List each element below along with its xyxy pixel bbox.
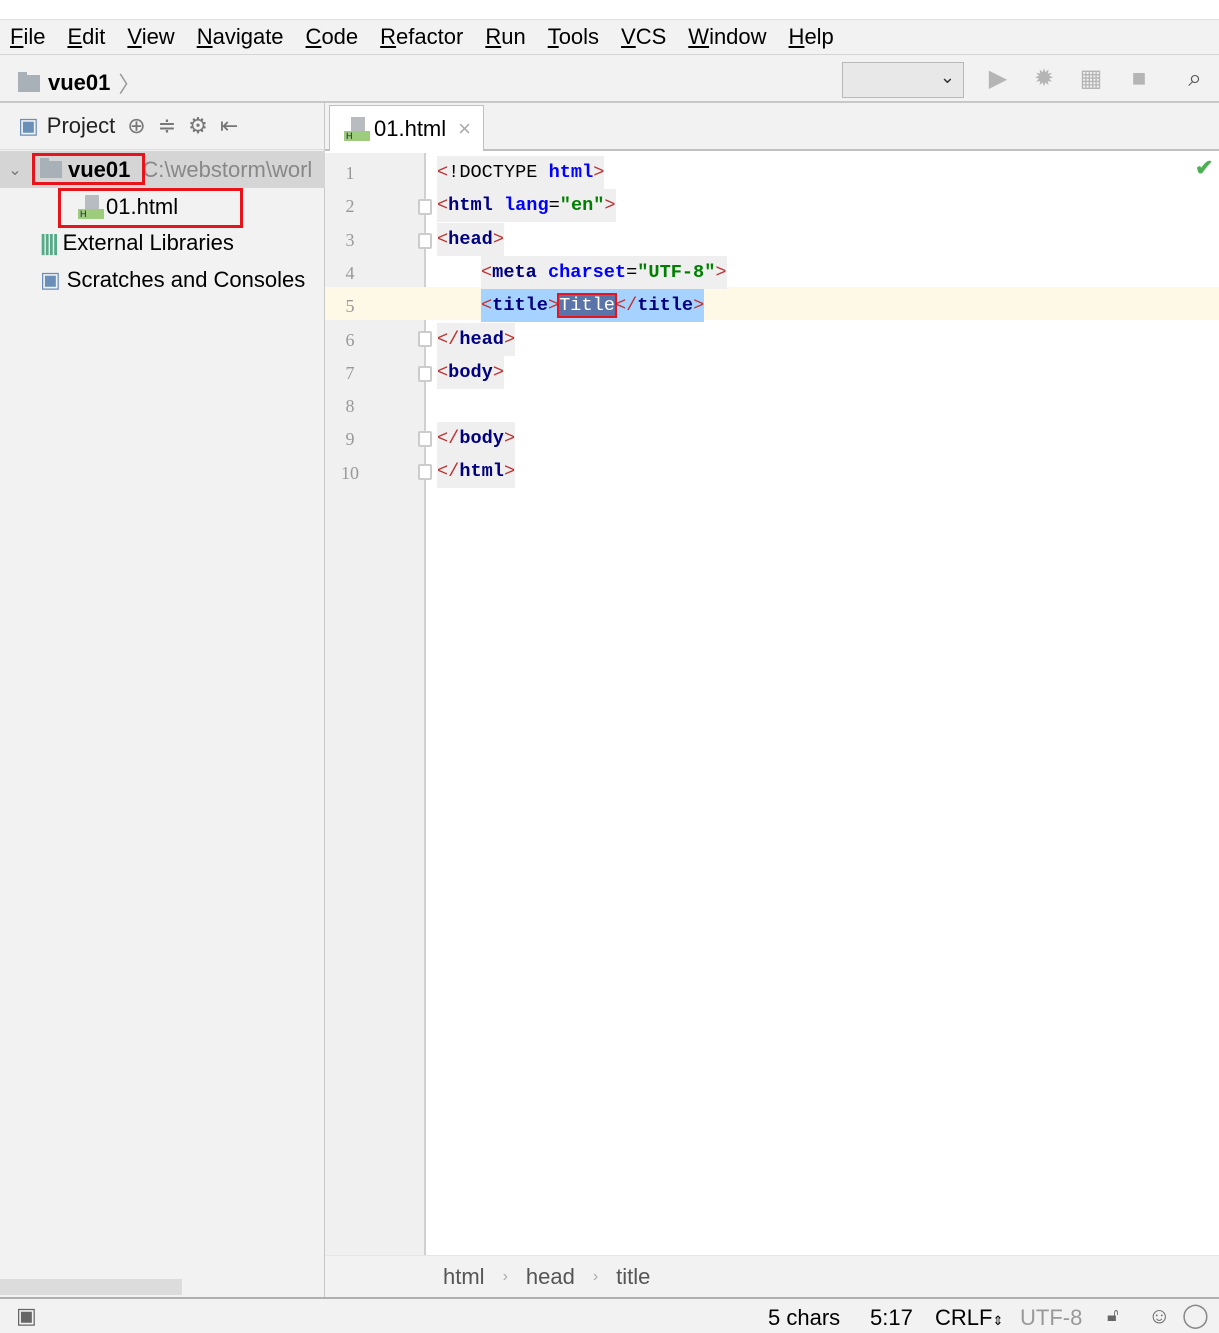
menu-window[interactable]: Window bbox=[688, 24, 766, 50]
line-number: 5 bbox=[345, 296, 355, 316]
tab-label: 01.html bbox=[374, 115, 447, 141]
line-number: 1 bbox=[345, 163, 355, 183]
status-selection-chars: 5 chars bbox=[768, 1305, 841, 1330]
chevron-down-icon: ⌄ bbox=[8, 161, 22, 179]
menu-navigate[interactable]: Navigate bbox=[197, 24, 284, 50]
run-configuration-select[interactable]: ⌄ bbox=[842, 62, 964, 98]
run-icon[interactable]: ▶ bbox=[983, 64, 1013, 94]
status-line-ending[interactable]: CRLF⇕ bbox=[935, 1305, 1003, 1331]
breadcrumb-html[interactable]: html bbox=[443, 1264, 485, 1290]
status-encoding[interactable]: UTF-8 bbox=[1020, 1305, 1082, 1331]
line-number: 2 bbox=[345, 196, 355, 216]
breadcrumb-head[interactable]: head bbox=[526, 1264, 575, 1290]
hide-panel-icon[interactable]: ⇤ bbox=[220, 113, 238, 139]
project-view-select[interactable]: Project bbox=[47, 113, 115, 139]
debug-icon[interactable]: ✹ bbox=[1029, 64, 1059, 94]
line-number: 6 bbox=[345, 330, 355, 350]
menu-bar: File Edit View Navigate Code Refactor Ru… bbox=[0, 20, 1219, 55]
libraries-icon: |||| bbox=[40, 229, 59, 255]
horizontal-scrollbar[interactable] bbox=[0, 1279, 182, 1295]
inspection-ok-icon[interactable]: ✔ bbox=[1195, 155, 1213, 181]
project-view-icon: ▣ bbox=[18, 113, 39, 138]
close-icon[interactable]: × bbox=[458, 116, 471, 142]
line-number: 4 bbox=[345, 263, 355, 283]
status-bar: ▣ 5 chars 5:17 CRLF⇕ UTF-8 🔓︎ ☺ ◯ bbox=[0, 1297, 1219, 1333]
tree-scratches-label: Scratches and Consoles bbox=[66, 266, 306, 292]
menu-tools[interactable]: Tools bbox=[548, 24, 599, 50]
folder-icon bbox=[18, 71, 40, 92]
fold-marker-icon[interactable] bbox=[418, 331, 432, 347]
menu-file[interactable]: File bbox=[10, 24, 45, 50]
inspector-icon[interactable]: ☺ bbox=[1148, 1303, 1170, 1329]
gear-icon[interactable]: ⚙ bbox=[188, 113, 208, 139]
tree-item-scratches[interactable]: ▣ Scratches and Consoles bbox=[0, 261, 325, 298]
tool-windows-icon[interactable]: ▣ bbox=[16, 1303, 37, 1329]
status-caret-position[interactable]: 5:17 bbox=[870, 1305, 913, 1331]
collapse-all-icon[interactable]: ≑ bbox=[158, 113, 176, 139]
event-log-icon[interactable]: ◯ bbox=[1182, 1301, 1209, 1330]
html-file-icon bbox=[344, 116, 370, 141]
stop-icon[interactable]: ■ bbox=[1124, 64, 1154, 94]
updown-icon: ⇕ bbox=[992, 1313, 1004, 1328]
chevron-down-icon: ⌄ bbox=[939, 67, 955, 87]
menu-edit[interactable]: Edit bbox=[67, 24, 105, 50]
unlock-icon[interactable]: 🔓︎ bbox=[1107, 1305, 1119, 1326]
scratches-icon: ▣ bbox=[40, 266, 61, 292]
menu-refactor[interactable]: Refactor bbox=[380, 24, 463, 50]
breadcrumb-title[interactable]: title bbox=[616, 1264, 650, 1290]
nav-project-name: vue01 bbox=[48, 70, 111, 95]
locate-icon[interactable]: ⊕ bbox=[127, 113, 145, 139]
editor-pane: 01.html × 1 2 3 4 5 6 7 8 9 10 ✔ <!DOCTY… bbox=[325, 103, 1219, 1297]
tree-item-external-libraries[interactable]: |||| External Libraries bbox=[0, 224, 325, 261]
fold-marker-icon[interactable] bbox=[418, 233, 432, 249]
fold-marker-icon[interactable] bbox=[418, 366, 432, 382]
editor-tab-bar: 01.html × bbox=[325, 103, 1219, 151]
chevron-right-icon: › bbox=[592, 1267, 599, 1285]
tree-external-label: External Libraries bbox=[62, 229, 234, 255]
menu-code[interactable]: Code bbox=[306, 24, 359, 50]
chevron-right-icon: › bbox=[502, 1267, 508, 1285]
highlight-box bbox=[58, 188, 243, 228]
menu-vcs[interactable]: VCS bbox=[621, 24, 666, 50]
project-panel-header: ▣ Project ⊕ ≑ ⚙ ⇤ bbox=[0, 103, 325, 150]
menu-help[interactable]: Help bbox=[789, 24, 834, 50]
menu-view[interactable]: View bbox=[127, 24, 174, 50]
highlight-box bbox=[32, 153, 145, 185]
fold-marker-icon[interactable] bbox=[418, 199, 432, 215]
line-number: 3 bbox=[345, 230, 355, 250]
line-number: 7 bbox=[345, 363, 355, 383]
search-icon[interactable]: ⌕ bbox=[1180, 64, 1210, 94]
chevron-right-icon: 〉 bbox=[118, 72, 141, 97]
fold-marker-icon[interactable] bbox=[418, 431, 432, 447]
project-panel: ▣ Project ⊕ ≑ ⚙ ⇤ ⌄ vue01 C:\webstorm\wo… bbox=[0, 103, 325, 1297]
tab-01-html[interactable]: 01.html × bbox=[329, 105, 484, 151]
current-line-highlight bbox=[325, 287, 1219, 320]
line-ending-label: CRLF bbox=[935, 1305, 993, 1330]
line-number: 9 bbox=[345, 429, 355, 449]
structure-breadcrumb: html › head › title bbox=[325, 1255, 1219, 1297]
line-number: 10 bbox=[341, 463, 359, 483]
menu-run[interactable]: Run bbox=[485, 24, 525, 50]
coverage-icon[interactable]: ▦ bbox=[1076, 64, 1106, 94]
nav-crumb-project[interactable]: vue01 〉 bbox=[18, 67, 140, 99]
tree-root-path: C:\webstorm\worl bbox=[142, 156, 313, 182]
fold-marker-icon[interactable] bbox=[418, 464, 432, 480]
line-number: 8 bbox=[345, 396, 355, 416]
title-strip bbox=[0, 0, 1219, 20]
selected-text: Title bbox=[557, 293, 617, 318]
